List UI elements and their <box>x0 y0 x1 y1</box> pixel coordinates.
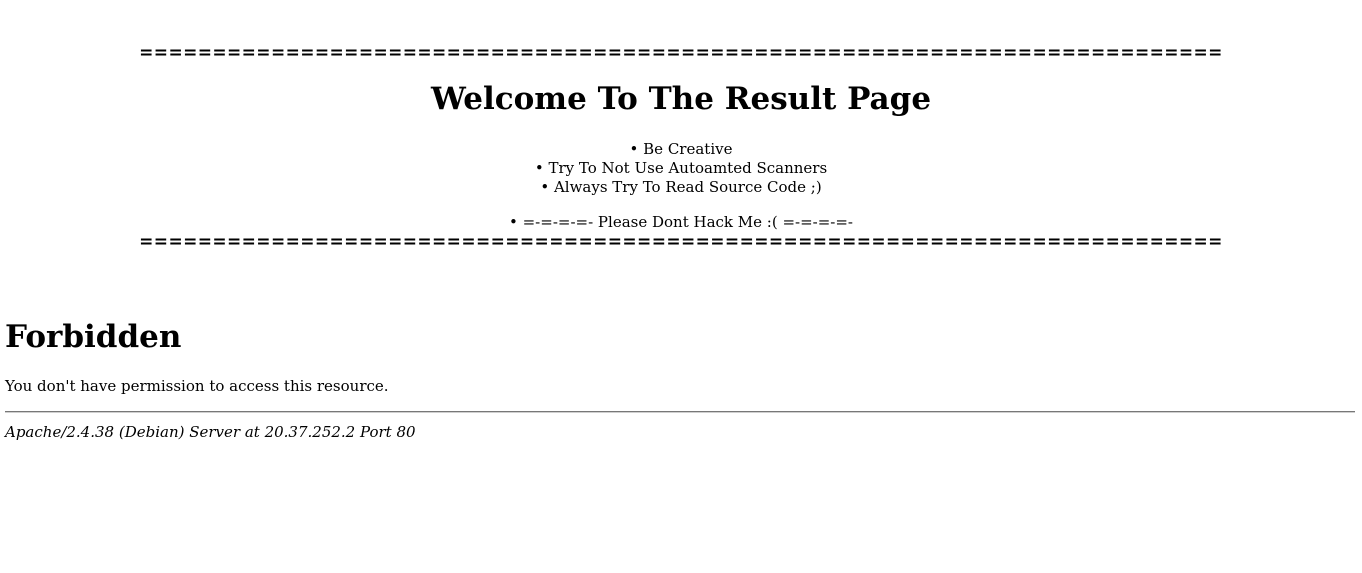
tip-item: Try To Not Use Autoamted Scanners <box>0 159 1362 178</box>
tip-item: Always Try To Read Source Code ;) <box>0 178 1362 197</box>
forbidden-error: Forbidden You don't have permission to a… <box>5 316 1355 442</box>
error-heading: Forbidden <box>5 319 182 355</box>
error-divider <box>5 411 1355 413</box>
server-signature: Apache/2.4.38 (Debian) Server at 20.37.2… <box>5 423 416 441</box>
warning-list: =-=-=-=- Please Dont Hack Me :( =-=-=-=- <box>0 213 1362 232</box>
result-banner: ========================================… <box>0 0 1362 252</box>
banner-title: Welcome To The Result Page <box>430 81 932 117</box>
banner-divider-bottom: ========================================… <box>139 232 1223 252</box>
tip-item: Be Creative <box>0 140 1362 159</box>
warning-item: =-=-=-=- Please Dont Hack Me :( =-=-=-=- <box>0 213 1362 232</box>
banner-divider-top: ========================================… <box>139 43 1223 63</box>
error-message: You don't have permission to access this… <box>5 377 389 395</box>
tips-list: Be Creative Try To Not Use Autoamted Sca… <box>0 140 1362 197</box>
